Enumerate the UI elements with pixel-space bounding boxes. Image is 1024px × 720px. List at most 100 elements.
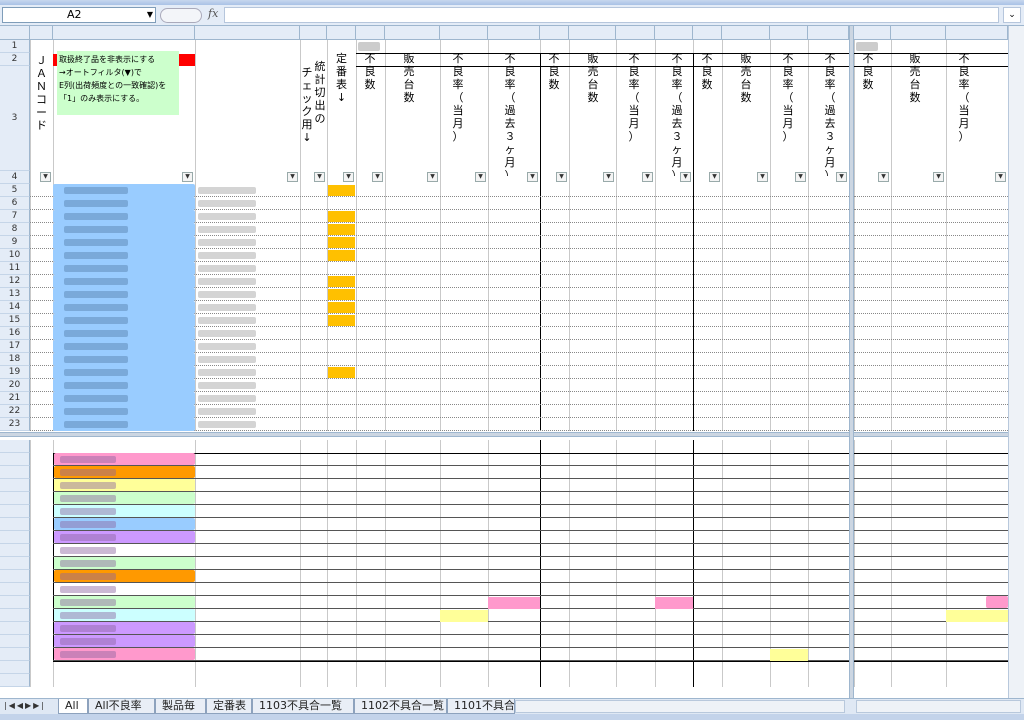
row-header[interactable] [0, 505, 30, 518]
row-header[interactable] [0, 440, 30, 453]
filter-dropdown-icon[interactable]: ▼ [878, 172, 889, 182]
column-header-H[interactable] [440, 26, 488, 40]
column-header-right-F[interactable] [854, 26, 891, 40]
column-header-D[interactable] [300, 26, 327, 40]
column-header-right-H[interactable] [946, 26, 1008, 40]
row-header[interactable] [0, 544, 30, 557]
row-header[interactable]: 23 [0, 418, 30, 431]
name-box[interactable]: A2 ▼ [2, 7, 156, 23]
column-header-I[interactable] [488, 26, 540, 40]
column-header-C[interactable] [195, 26, 300, 40]
filter-dropdown-icon[interactable]: ▼ [372, 172, 383, 182]
vertical-split-bar[interactable] [849, 26, 854, 698]
row-header[interactable]: 16 [0, 327, 30, 340]
row-header[interactable]: 20 [0, 379, 30, 392]
filter-dropdown-icon[interactable]: ▼ [933, 172, 944, 182]
filter-dropdown-icon[interactable]: ▼ [709, 172, 720, 182]
column-header-right-G[interactable] [891, 26, 946, 40]
filter-dropdown-icon[interactable]: ▼ [287, 172, 298, 182]
sheet-tab[interactable]: 1101不具合 [447, 699, 515, 714]
row-header[interactable] [0, 596, 30, 609]
filter-dropdown-icon[interactable]: ▼ [427, 172, 438, 182]
row-header[interactable]: 3 [0, 66, 30, 171]
tab-navigation-icons[interactable]: |◀◀▶▶| [4, 701, 46, 710]
column-header-L[interactable] [616, 26, 655, 40]
row-header[interactable]: 8 [0, 223, 30, 236]
column-header-J[interactable] [540, 26, 569, 40]
column-header-K[interactable] [569, 26, 616, 40]
row-header[interactable] [0, 479, 30, 492]
row-header[interactable]: 12 [0, 275, 30, 288]
filter-dropdown-icon[interactable]: ▼ [995, 172, 1006, 182]
column-header-P[interactable] [770, 26, 808, 40]
filter-dropdown-icon[interactable]: ▼ [603, 172, 614, 182]
row-header[interactable]: 15 [0, 314, 30, 327]
row-header[interactable]: 21 [0, 392, 30, 405]
column-header-G[interactable] [385, 26, 440, 40]
row-header[interactable] [0, 557, 30, 570]
row-header[interactable]: 6 [0, 197, 30, 210]
row-header[interactable]: 22 [0, 405, 30, 418]
sheet-tab[interactable]: 1103不具合一覧 [252, 699, 354, 714]
row-header[interactable]: 19 [0, 366, 30, 379]
row-header[interactable]: 11 [0, 262, 30, 275]
row-header[interactable]: 17 [0, 340, 30, 353]
row-header[interactable] [0, 531, 30, 544]
filter-dropdown-icon[interactable]: ▼ [642, 172, 653, 182]
row-header[interactable]: 9 [0, 236, 30, 249]
row-header[interactable] [0, 661, 30, 674]
row-header[interactable] [0, 583, 30, 596]
horizontal-scrollbar-right[interactable] [856, 700, 1021, 713]
row-header[interactable]: 13 [0, 288, 30, 301]
insert-function-icon[interactable]: fx [208, 7, 218, 20]
filter-dropdown-icon[interactable]: ▼ [836, 172, 847, 182]
column-header-N[interactable] [693, 26, 722, 40]
row-header[interactable] [0, 609, 30, 622]
column-header-B[interactable] [53, 26, 195, 40]
row-header[interactable] [0, 674, 30, 687]
column-header-Q[interactable] [808, 26, 849, 40]
row-header[interactable]: 7 [0, 210, 30, 223]
horizontal-split-bar[interactable] [0, 432, 1024, 437]
row-header[interactable] [0, 622, 30, 635]
row-header[interactable]: 5 [0, 184, 30, 197]
row-header[interactable] [0, 466, 30, 479]
filter-dropdown-icon[interactable]: ▼ [527, 172, 538, 182]
row-header[interactable]: 18 [0, 353, 30, 366]
row-header[interactable]: 2 [0, 53, 30, 66]
sheet-tab[interactable]: 定番表 [206, 699, 252, 714]
filter-dropdown-icon[interactable]: ▼ [757, 172, 768, 182]
vertical-scrollbar[interactable] [1008, 26, 1024, 698]
sheet-tab[interactable]: All [58, 699, 88, 714]
row-header[interactable] [0, 492, 30, 505]
filter-dropdown-icon[interactable]: ▼ [314, 172, 325, 182]
column-header-E[interactable] [327, 26, 356, 40]
column-header-A[interactable] [30, 26, 53, 40]
filter-dropdown-icon[interactable]: ▼ [680, 172, 691, 182]
name-box-dropdown-icon[interactable]: ▼ [147, 8, 153, 22]
row-header[interactable] [0, 453, 30, 466]
filter-dropdown-icon[interactable]: ▼ [475, 172, 486, 182]
column-header-M[interactable] [655, 26, 693, 40]
column-header-O[interactable] [722, 26, 770, 40]
filter-dropdown-icon[interactable]: ▼ [795, 172, 806, 182]
filter-dropdown-icon[interactable]: ▼ [182, 172, 193, 182]
filter-dropdown-icon[interactable]: ▼ [40, 172, 51, 182]
corner-cell[interactable] [0, 26, 30, 40]
expand-formula-bar-icon[interactable]: ⌄ [1003, 7, 1021, 23]
row-header[interactable]: 14 [0, 301, 30, 314]
row-header[interactable] [0, 635, 30, 648]
row-header[interactable] [0, 518, 30, 531]
sheet-tab[interactable]: All不良率 [88, 699, 155, 714]
formula-input[interactable] [224, 7, 999, 23]
row-header[interactable]: 1 [0, 40, 30, 53]
filter-dropdown-icon[interactable]: ▼ [343, 172, 354, 182]
sheet-tab[interactable]: 1102不具合一覧 [354, 699, 447, 714]
filter-dropdown-icon[interactable]: ▼ [556, 172, 567, 182]
row-header[interactable] [0, 648, 30, 661]
formula-bar-buttons[interactable] [160, 8, 202, 23]
row-header[interactable] [0, 570, 30, 583]
row-header[interactable]: 10 [0, 249, 30, 262]
column-header-F[interactable] [356, 26, 385, 40]
row-header[interactable]: 4 [0, 171, 30, 184]
